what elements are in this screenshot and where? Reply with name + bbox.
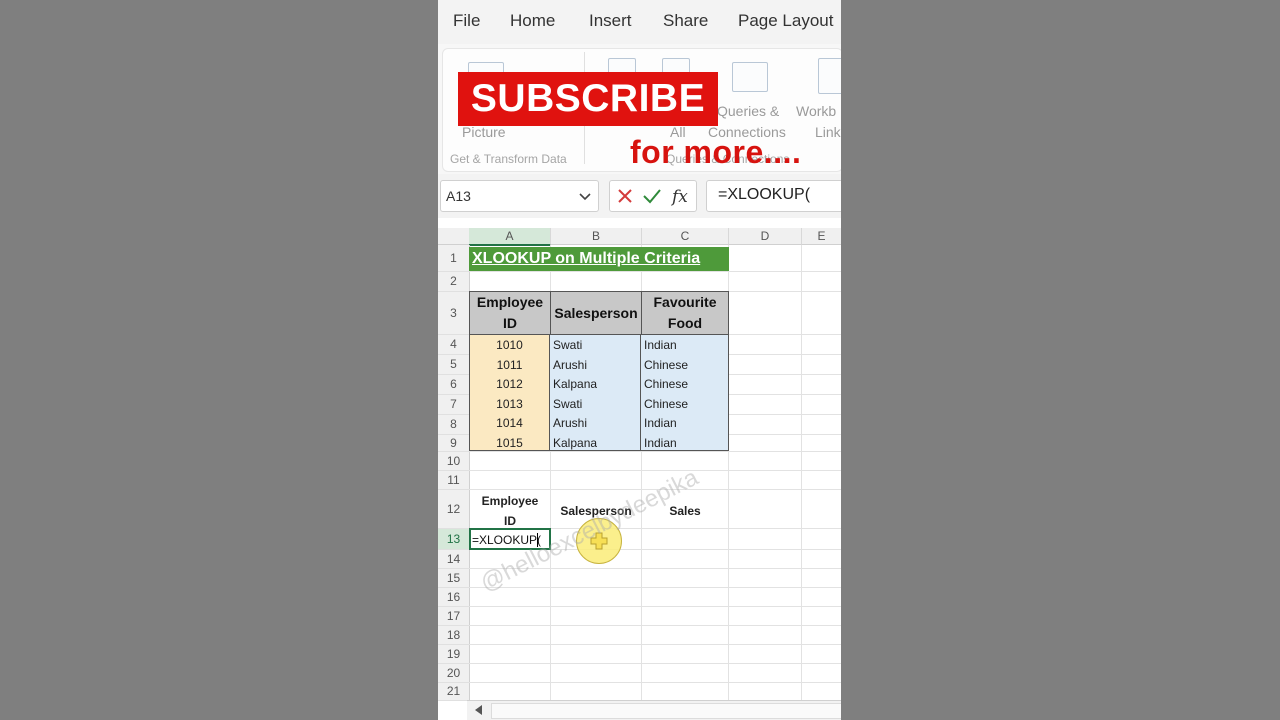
ribbon-queries-label-1: Queries & [717, 103, 780, 119]
row-header[interactable]: 12 [438, 490, 470, 529]
excel-window: File Home Insert Share Page Layout Pictu… [438, 0, 841, 720]
food-column-fill [641, 335, 729, 451]
name-box[interactable]: A13 [440, 180, 599, 212]
gridline [469, 451, 841, 452]
formula-input[interactable]: =XLOOKUP( [706, 180, 841, 212]
row-header[interactable]: 19 [438, 645, 470, 664]
row-header[interactable]: 3 [438, 292, 470, 335]
spreadsheet-grid[interactable]: A B C D E 1 2 3 4 5 6 7 8 9 10 11 12 13 … [438, 218, 841, 720]
row-header[interactable]: 9 [438, 435, 470, 452]
column-header-e[interactable]: E [802, 228, 841, 245]
cell-salesperson[interactable]: Kalpana [553, 436, 597, 450]
header-favourite-food[interactable]: Favourite Food [641, 291, 729, 335]
row-header[interactable]: 8 [438, 415, 470, 435]
enter-check-icon[interactable] [642, 187, 662, 205]
gridline [801, 245, 802, 700]
ribbon-workbook-label-2: Link [815, 124, 841, 140]
row-header[interactable]: 14 [438, 550, 470, 569]
menu-insert[interactable]: Insert [589, 11, 632, 31]
row-header[interactable]: 1 [438, 245, 470, 272]
column-header-d[interactable]: D [729, 228, 802, 245]
ribbon-workbook-label-1: Workb [796, 103, 837, 119]
menu-file[interactable]: File [453, 11, 480, 31]
row-header[interactable]: 6 [438, 375, 470, 395]
cell-food[interactable]: Indian [644, 416, 677, 430]
queries-connections-icon[interactable] [732, 62, 768, 92]
menu-bar: File Home Insert Share Page Layout [438, 0, 841, 44]
row-header-active[interactable]: 13 [438, 529, 470, 550]
gridline [469, 470, 841, 471]
salesperson-column-fill [550, 335, 641, 451]
formula-buttons: fx [609, 180, 697, 212]
column-header-c[interactable]: C [642, 228, 729, 245]
cell-food[interactable]: Chinese [644, 377, 688, 391]
cell-id[interactable]: 1013 [469, 397, 550, 411]
id-column-fill [469, 335, 550, 451]
cell-id[interactable]: 1012 [469, 377, 550, 391]
horizontal-scrollbar[interactable] [467, 700, 841, 720]
cancel-icon[interactable] [616, 187, 634, 205]
scroll-left-icon[interactable] [475, 705, 482, 715]
ribbon-picture-label: Picture [462, 124, 506, 140]
workbook-links-icon[interactable] [818, 58, 841, 94]
cell-salesperson[interactable]: Arushi [553, 416, 587, 430]
row-header[interactable]: 10 [438, 452, 470, 471]
cell-food[interactable]: Chinese [644, 358, 688, 372]
gridline [469, 271, 841, 272]
row-header[interactable]: 4 [438, 335, 470, 355]
menu-home[interactable]: Home [510, 11, 555, 31]
cell-salesperson[interactable]: Swati [553, 397, 582, 411]
sheet-title[interactable]: XLOOKUP on Multiple Criteria [469, 247, 729, 271]
subscribe-banner: SUBSCRIBE [458, 72, 718, 126]
menu-share[interactable]: Share [663, 11, 708, 31]
gridline [469, 606, 841, 607]
cell-salesperson[interactable]: Swati [553, 338, 582, 352]
row-header[interactable]: 15 [438, 569, 470, 588]
row-header[interactable]: 21 [438, 683, 470, 701]
select-all-corner[interactable] [438, 228, 470, 245]
formula-text: =XLOOKUP( [718, 186, 811, 203]
ribbon-group-get-transform: Get & Transform Data [450, 152, 567, 166]
header-salesperson[interactable]: Salesperson [550, 291, 642, 335]
cell-salesperson[interactable]: Kalpana [553, 377, 597, 391]
cell-id[interactable]: 1010 [469, 338, 550, 352]
chevron-down-icon[interactable] [578, 189, 592, 203]
for-more-text: for more.... [630, 134, 802, 170]
left-background [0, 0, 438, 720]
gridline [469, 682, 841, 683]
cell-salesperson[interactable]: Arushi [553, 358, 587, 372]
gridline [469, 644, 841, 645]
gridline [469, 625, 841, 626]
row-header[interactable]: 17 [438, 607, 470, 626]
gridline [469, 587, 841, 588]
gridline [469, 663, 841, 664]
row-header[interactable]: 16 [438, 588, 470, 607]
column-header-b[interactable]: B [551, 228, 642, 245]
cell-id[interactable]: 1015 [469, 436, 550, 450]
svg-text:fx: fx [670, 187, 688, 207]
lookup-label-employee-id[interactable]: Employee ID [476, 491, 544, 531]
row-header[interactable]: 18 [438, 626, 470, 645]
row-header[interactable]: 2 [438, 272, 470, 292]
column-header-a[interactable]: A [469, 228, 551, 246]
right-background [841, 0, 1280, 720]
row-header[interactable]: 11 [438, 471, 470, 490]
row-header[interactable]: 5 [438, 355, 470, 375]
scrollbar-thumb[interactable] [491, 703, 841, 719]
menu-page-layout[interactable]: Page Layout [738, 11, 833, 31]
cell-food[interactable]: Indian [644, 338, 677, 352]
cell-food[interactable]: Indian [644, 436, 677, 450]
formula-bar: A13 fx =XLOOKUP( [438, 174, 841, 218]
cell-id[interactable]: 1011 [469, 358, 550, 372]
insert-function-icon[interactable]: fx [670, 185, 692, 207]
header-employee-id[interactable]: Employee ID [469, 291, 551, 335]
cell-id[interactable]: 1014 [469, 416, 550, 430]
name-box-value: A13 [446, 188, 471, 204]
cell-food[interactable]: Chinese [644, 397, 688, 411]
row-header[interactable]: 20 [438, 664, 470, 683]
row-header[interactable]: 7 [438, 395, 470, 415]
